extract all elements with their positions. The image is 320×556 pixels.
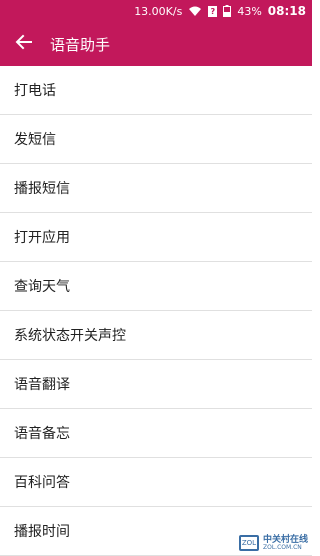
battery-percent: 43% [237,4,262,18]
watermark-logo-icon: ZOL [238,535,259,551]
sim-icon: ? [208,5,218,17]
list-item-label: 系统状态开关声控 [14,328,126,344]
list-item-weather[interactable]: 查询天气 [0,262,312,311]
list-item-label: 语音翻译 [14,377,70,393]
wifi-icon [188,6,202,17]
list-item-label: 查询天气 [14,279,70,295]
list-item-label: 语音备忘 [14,426,70,442]
list-item-send-sms[interactable]: 发短信 [0,115,312,164]
list-item-label: 播报短信 [14,181,70,197]
list-item-translate[interactable]: 语音翻译 [0,360,312,409]
clock: 08:18 [267,4,306,18]
list-item-open-app[interactable]: 打开应用 [0,213,312,262]
battery-icon [223,5,232,17]
list-item-label: 打电话 [14,83,56,99]
list-item-system-toggle[interactable]: 系统状态开关声控 [0,311,312,360]
back-button[interactable] [0,22,48,66]
list-item-label: 播报时间 [14,524,70,540]
arrow-left-icon [15,33,33,55]
page-title: 语音助手 [50,35,111,54]
list-item-memo[interactable]: 语音备忘 [0,409,312,458]
list-item-call[interactable]: 打电话 [0,66,312,115]
app-bar: 语音助手 [0,22,312,66]
network-speed: 13.00K/s [134,4,183,18]
watermark-en: ZOL.COM.CN [262,543,302,551]
sim-badge: ? [208,5,218,17]
feature-list: 打电话 发短信 播报短信 打开应用 查询天气 系统状态开关声控 语音翻译 语音备… [0,66,312,556]
watermark: ZOL 中关村在线 ZOL.COM.CN [238,535,308,551]
list-item-qa[interactable]: 百科问答 [0,458,312,507]
list-item-label: 打开应用 [14,230,70,246]
list-item-read-sms[interactable]: 播报短信 [0,164,312,213]
status-bar: 13.00K/s ? 43% 08:18 [0,0,312,22]
list-item-label: 百科问答 [14,475,70,491]
list-item-label: 发短信 [14,132,56,148]
